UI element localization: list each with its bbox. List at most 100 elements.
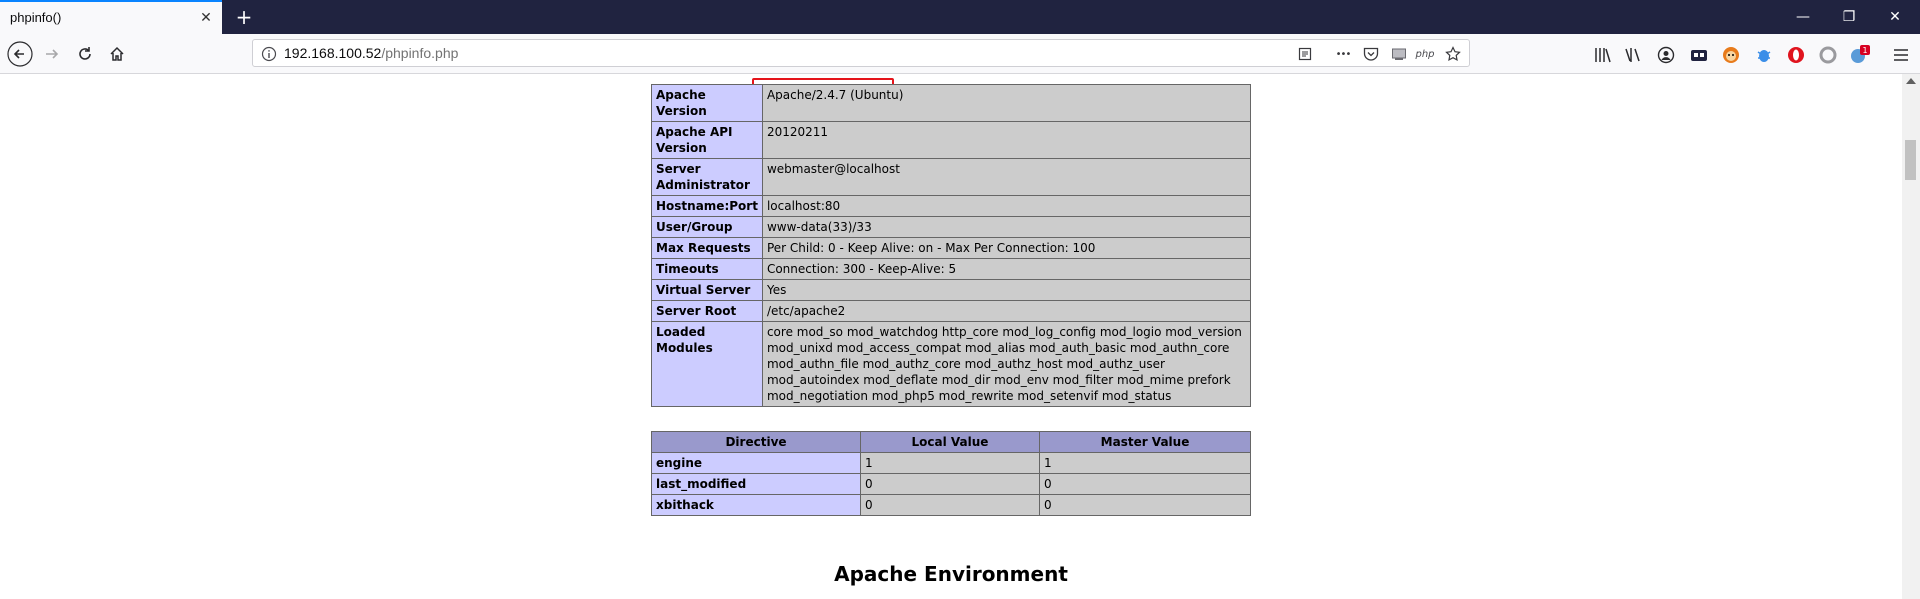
row-key: Max Requests xyxy=(651,237,763,259)
table-row: Timeouts Connection: 300 - Keep-Alive: 5 xyxy=(651,258,1252,280)
scroll-up-arrow-icon[interactable] xyxy=(1906,78,1916,84)
extension-opera-button[interactable] xyxy=(1785,44,1807,66)
extension-icon xyxy=(1691,50,1707,61)
table-header-row: Directive Local Value Master Value xyxy=(651,431,1251,453)
master-value: 0 xyxy=(1039,473,1251,495)
header-local-value: Local Value xyxy=(860,431,1040,453)
home-button[interactable] xyxy=(103,40,131,68)
sidebar-button[interactable] xyxy=(1622,44,1644,66)
info-icon[interactable] xyxy=(261,46,277,62)
row-key: Server Administrator xyxy=(651,158,763,196)
library-button[interactable] xyxy=(1592,44,1614,66)
master-value: 1 xyxy=(1039,452,1251,474)
account-icon xyxy=(1657,46,1675,64)
home-icon xyxy=(110,46,124,61)
forward-icon xyxy=(46,49,59,59)
url-bar[interactable]: 192.168.100.52/phpinfo.php ••• php xyxy=(252,39,1470,67)
vertical-scrollbar[interactable] xyxy=(1902,74,1920,599)
reader-view-icon xyxy=(1298,47,1312,61)
more-icon: ••• xyxy=(1335,48,1352,60)
extension-notify-button[interactable]: 1 xyxy=(1849,44,1871,66)
page-actions-button[interactable]: ••• xyxy=(1333,44,1353,64)
row-key: Apache API Version xyxy=(651,121,763,159)
page-content: Apache Version Apache/2.4.7 (Ubuntu) Apa… xyxy=(0,74,1902,599)
table-row: Apache API Version 20120211 xyxy=(651,121,1252,159)
table-row: Loaded Modules core mod_so mod_watchdog … xyxy=(651,321,1252,407)
master-value: 0 xyxy=(1039,494,1251,516)
directive-name: engine xyxy=(651,452,861,474)
table-row: Server Administrator webmaster@localhost xyxy=(651,158,1252,196)
extension-monkey-button[interactable] xyxy=(1720,44,1742,66)
forward-button[interactable] xyxy=(38,40,66,68)
section-title-apache-environment: Apache Environment xyxy=(834,562,1068,586)
row-value: Apache/2.4.7 (Ubuntu) xyxy=(761,84,1252,122)
library-icon xyxy=(1595,48,1611,63)
menu-icon xyxy=(1894,49,1908,61)
table-row: xbithack 0 0 xyxy=(651,494,1251,516)
reader-view-button[interactable] xyxy=(1295,44,1315,64)
table-row: Server Root /etc/apache2 xyxy=(651,300,1252,322)
screenshot-button[interactable] xyxy=(1389,44,1409,64)
tab-phpinfo[interactable]: phpinfo() ✕ xyxy=(0,0,222,34)
reload-button[interactable] xyxy=(71,40,99,68)
extension-icon xyxy=(1757,50,1771,62)
row-value: core mod_so mod_watchdog http_core mod_l… xyxy=(761,321,1252,407)
header-master-value: Master Value xyxy=(1039,431,1251,453)
extension-icon: 1 xyxy=(1851,45,1870,63)
pocket-icon xyxy=(1363,47,1379,61)
new-tab-button[interactable]: + xyxy=(232,5,256,29)
minimize-button[interactable]: — xyxy=(1780,0,1826,34)
bookmark-button[interactable] xyxy=(1443,44,1463,64)
extension-icon xyxy=(1723,47,1739,63)
extension-circle-button[interactable] xyxy=(1817,44,1839,66)
table-row: Max Requests Per Child: 0 - Keep Alive: … xyxy=(651,237,1252,259)
row-value: Per Child: 0 - Keep Alive: on - Max Per … xyxy=(761,237,1252,259)
row-value: webmaster@localhost xyxy=(761,158,1252,196)
php-icon: php xyxy=(1415,48,1435,60)
bookmark-star-icon xyxy=(1445,46,1461,62)
row-value: Yes xyxy=(761,279,1252,301)
back-icon xyxy=(7,41,33,67)
row-value: 20120211 xyxy=(761,121,1252,159)
row-key: Hostname:Port xyxy=(651,195,763,217)
row-key: User/Group xyxy=(651,216,763,238)
table-row: Hostname:Port localhost:80 xyxy=(651,195,1252,217)
menu-button[interactable] xyxy=(1890,44,1912,66)
restore-button[interactable]: ❐ xyxy=(1826,0,1872,34)
extension-bug-button[interactable] xyxy=(1753,44,1775,66)
tab-title: phpinfo() xyxy=(10,10,62,25)
extension-icon xyxy=(1819,46,1837,64)
table-row: engine 1 1 xyxy=(651,452,1251,474)
apache-info-table: Apache Version Apache/2.4.7 (Ubuntu) Apa… xyxy=(651,84,1252,407)
screenshot-icon xyxy=(1392,48,1406,60)
table-row: last_modified 0 0 xyxy=(651,473,1251,495)
extension-icon xyxy=(1788,47,1804,63)
row-value: /etc/apache2 xyxy=(761,300,1252,322)
row-value: www-data(33)/33 xyxy=(761,216,1252,238)
scroll-thumb[interactable] xyxy=(1905,140,1916,180)
url-path: /phpinfo.php xyxy=(381,45,459,61)
tab-strip: phpinfo() ✕ + — ❐ ✕ xyxy=(0,0,1920,34)
notification-badge: 1 xyxy=(1862,46,1867,55)
row-key: Timeouts xyxy=(651,258,763,280)
account-button[interactable] xyxy=(1655,44,1677,66)
local-value: 0 xyxy=(860,473,1040,495)
reload-icon xyxy=(79,47,91,60)
row-key: Loaded Modules xyxy=(651,321,763,407)
row-key: Server Root xyxy=(651,300,763,322)
row-key: Apache Version xyxy=(651,84,763,122)
local-value: 0 xyxy=(860,494,1040,516)
close-window-button[interactable]: ✕ xyxy=(1872,0,1918,34)
row-key: Virtual Server xyxy=(651,279,763,301)
extension-container-button[interactable] xyxy=(1688,44,1710,66)
php-extension-button[interactable]: php xyxy=(1415,44,1435,64)
close-tab-icon[interactable]: ✕ xyxy=(198,10,214,26)
pocket-button[interactable] xyxy=(1361,44,1381,64)
row-value: localhost:80 xyxy=(761,195,1252,217)
back-button[interactable] xyxy=(6,40,34,68)
url-host: 192.168.100.52 xyxy=(284,45,382,61)
table-row: Virtual Server Yes xyxy=(651,279,1252,301)
apache-info-rows: Apache Version Apache/2.4.7 (Ubuntu) Apa… xyxy=(651,84,1252,407)
directive-table: Directive Local Value Master Value engin… xyxy=(651,431,1251,516)
directive-name: last_modified xyxy=(651,473,861,495)
